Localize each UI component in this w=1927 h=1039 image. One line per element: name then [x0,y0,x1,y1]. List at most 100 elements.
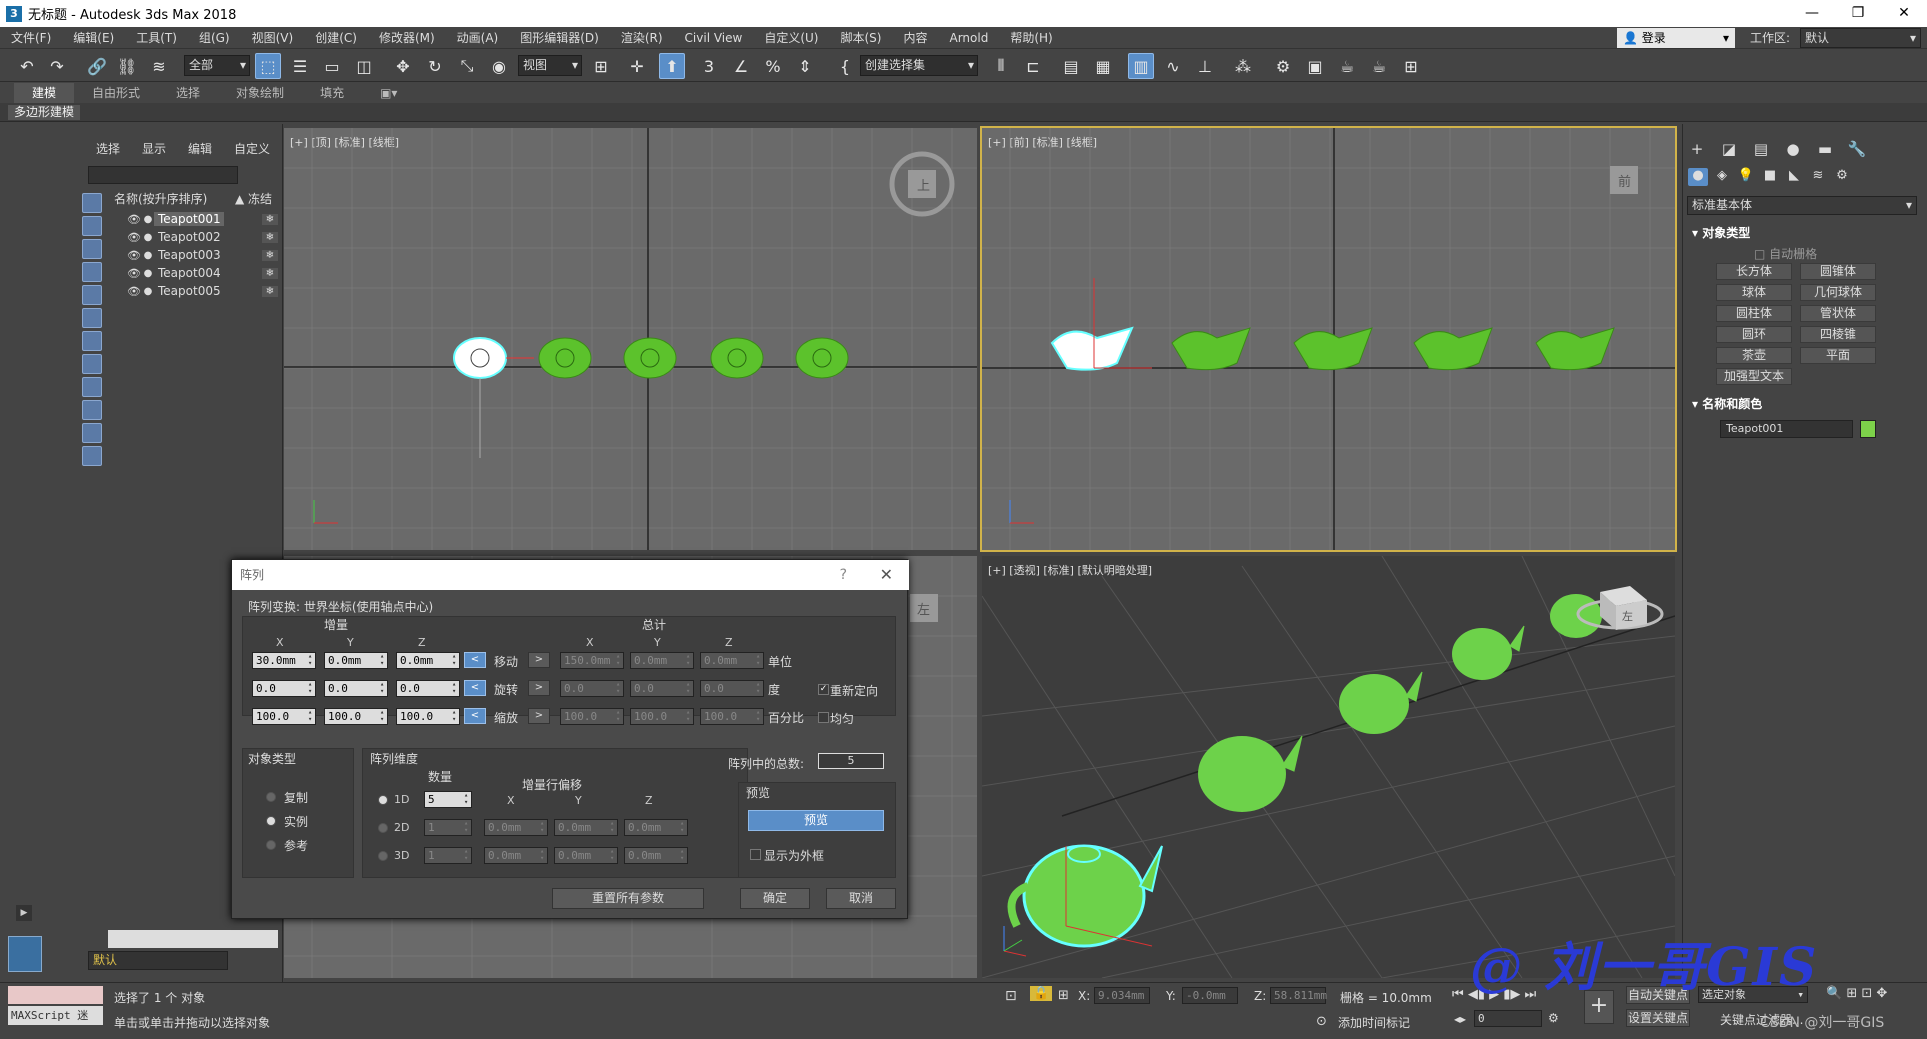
teapot-top[interactable] [795,337,849,379]
create-panel-icon[interactable]: + [1686,140,1708,160]
offset-3d-x[interactable]: 0.0mm [484,847,548,864]
teapot-top-selected[interactable] [453,337,534,458]
menu-scripting[interactable]: 脚本(S) [829,27,892,49]
scale-left-arrow[interactable]: < [464,708,486,724]
scene-search-input[interactable] [88,166,238,184]
scale-inc-z[interactable]: 100.0 [396,708,460,725]
viewcube-left-label[interactable]: 左 [917,603,930,618]
offset-3d-y[interactable]: 0.0mm [554,847,618,864]
absolute-mode-icon[interactable]: ⊞ [1058,988,1069,1003]
snowflake-icon[interactable]: ❄ [262,285,278,297]
viewcube-persp-label[interactable]: 左 [1622,610,1633,623]
rect-selection-icon[interactable]: ▭ [319,53,345,79]
bind-space-warp-icon[interactable]: ≋ [146,53,172,79]
z-coord-field[interactable]: 58.811mm [1270,987,1327,1004]
move-right-arrow[interactable]: > [528,652,550,668]
teapot-persp[interactable] [1339,674,1409,734]
layer-select[interactable]: 默认 [88,951,228,970]
menu-graph-editors[interactable]: 图形编辑器(D) [509,27,610,49]
object-color-swatch[interactable] [1860,420,1876,438]
sphere-button[interactable]: 球体 [1716,284,1792,301]
move-tot-z[interactable]: 0.0mm [700,652,764,669]
eye-icon[interactable]: 👁 [126,231,142,244]
reference-radio[interactable] [266,840,276,850]
scale-tot-y[interactable]: 100.0 [630,708,694,725]
viewport-front[interactable]: [+] [前] [标准] [线框] 前 [980,126,1677,552]
scene-explorer-icon[interactable]: ▥ [1128,53,1154,79]
help-button[interactable]: ? [840,560,847,590]
render-dot-icon[interactable]: ● [142,214,154,225]
menu-civil-view[interactable]: Civil View [674,27,754,49]
viewcube-front-label[interactable]: 前 [1618,174,1631,190]
ribbon-tab-selection[interactable]: 选择 [158,83,218,103]
login-dropdown[interactable]: 👤 登录 ▾ [1617,28,1735,48]
hierarchy-panel-icon[interactable]: ▤ [1750,140,1772,160]
move-inc-x[interactable]: 30.0mm [252,652,316,669]
rotate-left-arrow[interactable]: < [464,680,486,696]
category-select[interactable]: 标准基本体 ▾ [1687,196,1917,215]
render-frame-icon[interactable]: ▣ [1302,53,1328,79]
snowflake-icon[interactable]: ❄ [262,249,278,261]
dim-2d-radio[interactable] [378,823,388,833]
menu-tools[interactable]: 工具(T) [125,27,188,49]
select-object-icon[interactable]: ⬚ [255,53,281,79]
geometry-icon[interactable]: ● [1688,168,1708,186]
menu-animation[interactable]: 动画(A) [446,27,510,49]
undo-icon[interactable]: ↶ [14,53,40,79]
render-dot-icon[interactable]: ● [142,286,154,297]
scale-inc-y[interactable]: 100.0 [324,708,388,725]
render-icon[interactable]: ☕ [1334,53,1360,79]
isolate-icon[interactable]: ⊡ [1005,988,1017,1004]
viewport-top[interactable]: [+] [顶] [标准] [线框] 上 [284,128,977,550]
ok-button[interactable]: 确定 [740,888,810,909]
frame-field[interactable]: 0 [1474,1010,1542,1027]
teapot-front[interactable] [1535,327,1615,371]
render-active-icon[interactable]: ☕ [1366,53,1392,79]
teapot-front-selected[interactable] [1050,278,1152,371]
tab-select[interactable]: 选择 [96,140,120,157]
spacewarps-filter-icon[interactable] [82,308,102,328]
xrefs-filter-icon[interactable] [82,354,102,374]
play-arrow-icon[interactable]: ▶ [16,905,32,921]
render-in-cloud-icon[interactable]: ⊞ [1398,53,1424,79]
unlink-icon[interactable]: ⛓ [114,53,140,79]
move-inc-y[interactable]: 0.0mm [324,652,388,669]
cameras-icon[interactable]: ■ [1760,168,1780,186]
y-coord-field[interactable]: -0.0mm [1182,987,1238,1004]
render-dot-icon[interactable]: ● [142,250,154,261]
rotate-right-arrow[interactable]: > [528,680,550,696]
count-1d-field[interactable]: 5 [424,791,472,808]
modify-panel-icon[interactable]: ◪ [1718,140,1740,160]
select-manipulate-icon[interactable]: ✛ [624,53,650,79]
scene-row[interactable]: 👁 ● Teapot001 ❄ [108,210,278,228]
copy-radio[interactable] [266,792,276,802]
snaps-toggle-icon[interactable]: 3 [696,53,722,79]
selection-filter-select[interactable]: 全部 ▾ [184,55,250,76]
shapes-filter-icon[interactable] [82,216,102,236]
hidden-filter-icon[interactable] [82,446,102,466]
eye-icon[interactable]: 👁 [126,267,142,280]
motion-panel-icon[interactable]: ● [1782,140,1804,160]
lock-selection-icon[interactable]: 🔒 [1030,986,1053,1001]
teapot-top[interactable] [538,337,592,379]
count-2d-field[interactable]: 1 [424,819,472,836]
frame-spinner-icon[interactable]: ◂▸ [1454,1012,1466,1026]
instance-radio[interactable] [266,816,276,826]
snowflake-icon[interactable]: ❄ [262,213,278,225]
groups-filter-icon[interactable] [82,331,102,351]
redo-icon[interactable]: ↷ [44,53,70,79]
viewport-nav-icons[interactable]: 🔍 ⊞ ⊡ ✥ [1826,986,1887,1001]
teapot-front[interactable] [1293,327,1373,371]
move-inc-z[interactable]: 0.0mm [396,652,460,669]
frozen-filter-icon[interactable] [82,423,102,443]
x-coord-field[interactable]: 9.034mm [1094,987,1150,1004]
cylinder-button[interactable]: 圆柱体 [1716,305,1792,322]
menu-modifiers[interactable]: 修改器(M) [368,27,446,49]
teapot-persp[interactable] [1198,736,1286,812]
systems-icon[interactable]: ⚙ [1832,168,1852,186]
show-as-box-checkbox[interactable] [750,849,761,860]
teapot-button[interactable]: 茶壶 [1716,347,1792,364]
rotate-tot-y[interactable]: 0.0 [630,680,694,697]
preview-button[interactable]: 预览 [748,810,884,831]
eye-icon[interactable]: 👁 [126,249,142,262]
